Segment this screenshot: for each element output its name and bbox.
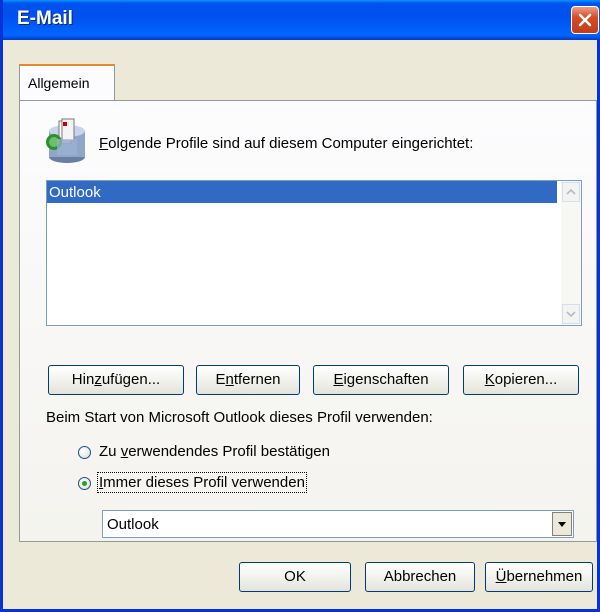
properties-label: Eigenschaften bbox=[333, 371, 429, 388]
startup-label: Beim Start von Microsoft Outlook dieses … bbox=[46, 409, 433, 426]
profiles-label-text: olgende Profile sind auf diesem Computer… bbox=[108, 135, 474, 152]
profiles-label: Folgende Profile sind auf diesem Compute… bbox=[99, 135, 474, 152]
list-item-label: Outlook bbox=[49, 184, 101, 201]
profile-select[interactable]: Outlook bbox=[102, 510, 574, 538]
radio-confirm-label[interactable]: Zu verwendendes Profil bestätigen bbox=[99, 443, 330, 460]
properties-button[interactable]: Eigenschaften bbox=[313, 365, 449, 395]
copy-profile-button[interactable]: Kopieren... bbox=[463, 365, 579, 395]
title-bar[interactable]: E-Mail bbox=[3, 0, 600, 40]
dropdown-button[interactable] bbox=[552, 512, 572, 536]
list-item[interactable]: Outlook bbox=[47, 181, 557, 203]
chevron-down-icon bbox=[566, 311, 576, 318]
profiles-icon bbox=[46, 118, 85, 163]
close-icon bbox=[578, 13, 592, 27]
scroll-down-button[interactable] bbox=[562, 304, 580, 324]
cancel-button[interactable]: Abbrechen bbox=[365, 562, 475, 592]
profiles-list[interactable]: Outlook bbox=[46, 180, 582, 326]
apply-button[interactable]: Übernehmen bbox=[485, 562, 593, 592]
remove-label: Entfernen bbox=[215, 371, 281, 388]
scroll-up-button[interactable] bbox=[562, 182, 580, 202]
profile-select-value: Outlook bbox=[107, 516, 159, 533]
copy-label: Kopieren... bbox=[484, 371, 558, 388]
email-dialog: E-Mail Allgemein Folgende Profile sind a… bbox=[0, 0, 600, 612]
radio-always-profile[interactable] bbox=[78, 477, 91, 490]
dropdown-arrow-icon bbox=[558, 522, 566, 527]
window-title: E-Mail bbox=[17, 8, 73, 29]
vertical-scrollbar[interactable] bbox=[561, 181, 581, 325]
add-label: Hinzufügen... bbox=[71, 371, 161, 388]
apply-label: Übernehmen bbox=[495, 568, 583, 585]
tab-panel: Folgende Profile sind auf diesem Compute… bbox=[19, 100, 597, 542]
tab-allgemein[interactable]: Allgemein bbox=[19, 64, 115, 101]
radio-always-label[interactable]: Immer dieses Profil verwenden bbox=[97, 472, 307, 493]
remove-profile-button[interactable]: Entfernen bbox=[196, 365, 300, 395]
chevron-up-icon bbox=[566, 188, 576, 195]
ok-button[interactable]: OK bbox=[239, 562, 351, 592]
radio-confirm-profile[interactable] bbox=[78, 446, 91, 459]
close-button[interactable] bbox=[571, 6, 599, 34]
tab-label: Allgemein bbox=[28, 75, 90, 91]
add-profile-button[interactable]: Hinzufügen... bbox=[48, 365, 184, 395]
